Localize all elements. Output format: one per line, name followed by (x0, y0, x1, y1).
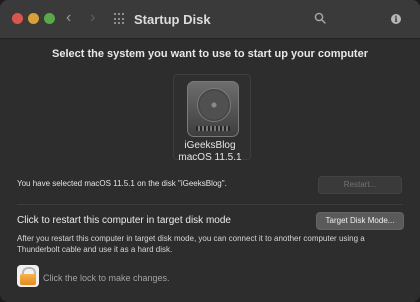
hard-disk-icon (187, 81, 239, 137)
chevron-left-icon[interactable]: ‹ (66, 10, 71, 26)
zoom-window-button[interactable] (44, 13, 55, 24)
selection-status-text: You have selected macOS 11.5.1 on the di… (17, 179, 227, 188)
page-heading: Select the system you want to use to sta… (51, 48, 368, 60)
system-preferences-window: ‹ › Startup Disk i Select the system you… (0, 0, 420, 302)
toolbar: ‹ › Startup Disk i (0, 0, 420, 39)
minimize-window-button[interactable] (28, 13, 39, 24)
target-disk-mode-label: Click to restart this computer in target… (17, 215, 231, 226)
disk-os-label: macOS 11.5.1 (178, 152, 242, 163)
lock-icon[interactable] (17, 265, 39, 287)
info-icon[interactable]: i (391, 14, 401, 24)
disk-name-label: iGeeksBlog (184, 140, 236, 151)
search-icon[interactable] (314, 12, 326, 24)
lock-hint-text: Click the lock to make changes. (43, 273, 170, 283)
target-disk-mode-button[interactable]: Target Disk Mode... (316, 212, 404, 230)
restart-button[interactable]: Restart... (318, 176, 402, 194)
chevron-right-icon[interactable]: › (90, 10, 95, 26)
divider (17, 204, 403, 205)
window-title: Startup Disk (134, 12, 211, 27)
target-disk-mode-description: After you restart this computer in targe… (17, 234, 365, 254)
grid-icon[interactable] (114, 13, 126, 25)
close-window-button[interactable] (12, 13, 23, 24)
